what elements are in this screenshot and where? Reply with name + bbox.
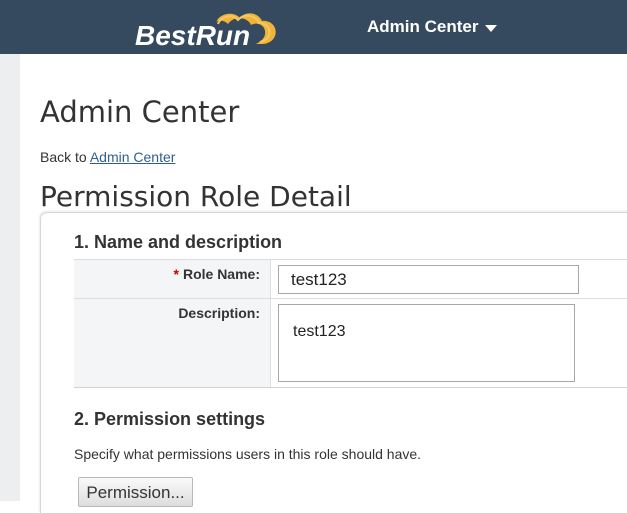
permission-help-text: Specify what permissions users in this r… — [74, 446, 422, 462]
admin-center-link[interactable]: Admin Center — [90, 149, 176, 165]
permission-role-detail-title: Permission Role Detail — [40, 180, 352, 213]
bestrun-logo: BestRun — [135, 13, 276, 51]
form-row-divider — [74, 298, 627, 299]
permission-settings-heading: 2. Permission settings — [74, 409, 266, 429]
description-label: Description: — [178, 305, 260, 321]
caret-down-icon[interactable] — [485, 25, 498, 32]
role-name-input[interactable] — [278, 265, 579, 294]
admin-center-menu[interactable]: Admin Center — [367, 15, 498, 39]
logo-text: BestRun — [135, 20, 250, 51]
role-name-label-text: Role Name: — [182, 266, 260, 282]
name-description-form: *Role Name: Description: test123 — [74, 259, 627, 388]
permission-button[interactable]: Permission... — [78, 477, 193, 507]
back-prefix: Back to — [40, 149, 87, 165]
role-name-label: * Role Name: — [174, 266, 260, 283]
required-marker: * — [173, 266, 179, 282]
page-title: Admin Center — [40, 95, 240, 129]
name-description-heading: 1. Name and description — [74, 232, 283, 252]
left-sidebar-rail — [0, 54, 20, 501]
admin-center-menu-label[interactable]: Admin Center — [367, 17, 478, 37]
breadcrumb: Back to Admin Center — [40, 149, 175, 166]
top-navigation-bar: BestRun Admin Center — [0, 0, 627, 54]
description-textarea[interactable]: test123 — [278, 304, 575, 382]
